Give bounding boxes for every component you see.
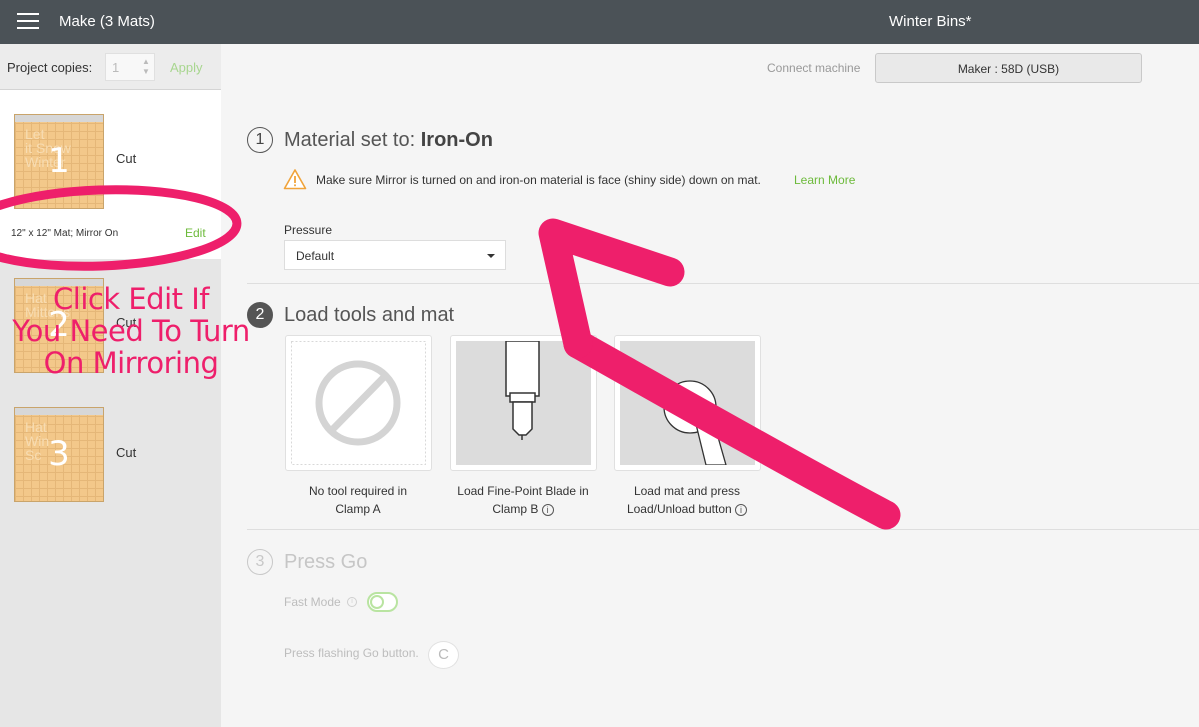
pressure-dropdown[interactable]: Default [284,240,506,270]
top-bar: Make (3 Mats) Winter Bins* [0,0,1199,44]
project-copies-value: 1 [112,60,120,75]
mat-edit-button[interactable]: Edit [185,226,206,240]
mirror-warning-text: Make sure Mirror is turned on and iron-o… [316,173,761,187]
mat-cut-label-3: Cut [116,445,137,460]
tool-caption-clamp-b-line2: Clamp B [492,502,539,516]
load-mat-hand-icon [620,341,755,465]
tool-caption-load-mat: Load mat and press Load/Unload button i [605,482,769,518]
no-tool-icon [291,341,426,465]
step-1-title: Material set to: Iron-On [284,129,493,152]
mat-item-3[interactable]: Hat Win Sc 3 Cut [0,389,221,519]
fine-point-blade-icon [456,341,591,465]
pressure-label: Pressure [284,223,333,237]
mat-thumbnail-3[interactable]: Hat Win Sc 3 [14,407,104,502]
step-1-number: 1 [247,127,273,153]
tool-card-clamp-b [450,335,597,471]
step-2-title: Load tools and mat [284,304,455,326]
mat-number-3: 3 [48,434,70,474]
fast-mode-info-icon[interactable]: i [347,597,357,607]
cricut-go-icon: C [428,641,459,669]
project-title: Winter Bins* [889,13,972,30]
annotation-callout-text: Click Edit If You Need To Turn On Mirror… [4,283,258,379]
step-1-title-prefix: Material set to: [284,129,416,151]
annotation-arrow-head [538,218,685,359]
step-3-title: Press Go [284,551,368,573]
project-copies-bar: Project copies: 1 ▲ ▼ Apply [0,44,221,90]
step-3-number: 3 [247,549,273,575]
warning-triangle-icon [283,169,307,190]
info-icon[interactable]: i [541,503,554,516]
fast-mode-label: Fast Mode [284,595,341,609]
mat-item-1[interactable]: Let it Snow Winter 1 Cut 12" x 12" Mat; Mi… [0,90,221,259]
tool-caption-clamp-a-line1: No tool required in [308,484,408,498]
annotation-line-2: You Need To Turn [12,314,250,348]
mat-description-1: 12" x 12" Mat; Mirror On [11,228,119,239]
chevron-down-icon [487,254,495,258]
connect-machine-link[interactable]: Connect machine [767,61,860,75]
tool-caption-clamp-a-line2: Clamp A [335,502,381,516]
section-divider-1 [247,283,1199,284]
tool-caption-load-mat-line1: Load mat and press [633,484,741,498]
tool-caption-clamp-b-line1: Load Fine-Point Blade in [457,484,589,498]
hamburger-menu-icon[interactable] [17,13,39,30]
apply-button[interactable]: Apply [170,60,203,75]
tool-caption-clamp-b: Load Fine-Point Blade in Clamp B i [441,482,605,518]
app-title: Make (3 Mats) [59,13,155,30]
pressure-value: Default [296,249,335,263]
tool-card-load-mat [614,335,761,471]
mat-thumbnail-1[interactable]: Let it Snow Winter 1 [14,114,104,209]
tool-caption-clamp-a: No tool required in Clamp A [276,482,440,518]
mat-number-1: 1 [48,141,70,181]
learn-more-link[interactable]: Learn More [794,173,855,187]
mat-cut-label-1: Cut [116,151,137,166]
fast-mode-toggle[interactable] [367,592,398,612]
material-name: Iron-On [420,129,493,151]
tool-caption-load-mat-line2: Load/Unload button [626,502,732,516]
go-instruction: Press flashing Go button. [284,646,419,660]
section-divider-2 [247,529,1199,530]
mat-sidebar: Project copies: 1 ▲ ▼ Apply Let it Snow Win… [0,44,221,727]
info-icon[interactable]: i [735,503,748,516]
project-copies-label: Project copies: [7,60,93,75]
project-copies-input[interactable]: 1 ▲ ▼ [105,53,155,81]
tool-card-clamp-a [285,335,432,471]
copies-stepper[interactable]: ▲ ▼ [140,57,152,77]
annotation-line-3: On Mirroring [43,346,219,380]
machine-select-button[interactable]: Maker : 58D (USB) [875,53,1142,83]
annotation-line-1: Click Edit If [53,282,209,316]
